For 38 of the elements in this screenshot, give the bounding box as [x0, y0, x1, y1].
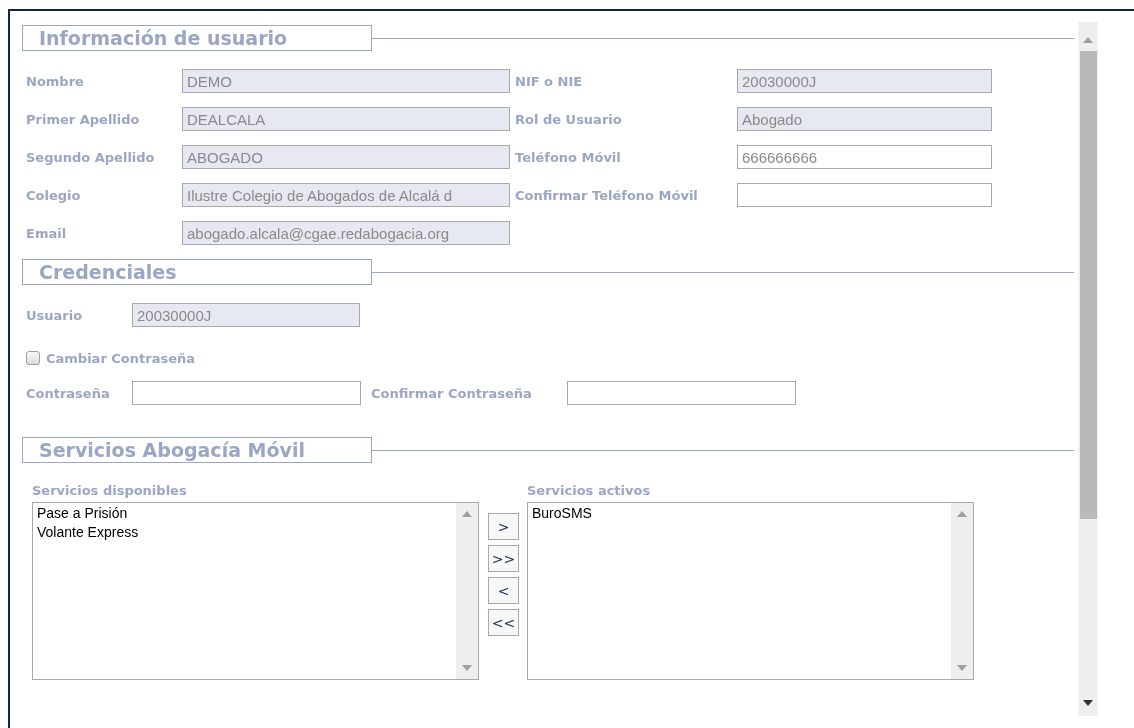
- list-item[interactable]: Pase a Prisión: [37, 504, 456, 523]
- move-button[interactable]: >>: [488, 545, 519, 572]
- field-label: Email: [26, 225, 68, 241]
- field-label: Contraseña: [26, 385, 111, 401]
- text-field[interactable]: 666666666: [737, 145, 992, 169]
- scroll-up-icon[interactable]: [957, 511, 967, 517]
- list-item[interactable]: BuroSMS: [532, 504, 951, 523]
- move-button[interactable]: >: [488, 513, 519, 540]
- section-title: Credenciales: [22, 259, 372, 285]
- text-field[interactable]: [132, 381, 361, 405]
- field-label: Teléfono Móvil: [515, 149, 622, 165]
- list-box[interactable]: BuroSMS: [527, 502, 974, 680]
- scrollbar-thumb[interactable]: [1079, 51, 1097, 519]
- scrollbar[interactable]: [1078, 22, 1098, 716]
- field-label: Rol de Usuario: [515, 111, 623, 127]
- text-field[interactable]: [737, 183, 992, 207]
- field-label: Colegio: [26, 187, 82, 203]
- field-label: Segundo Apellido: [26, 149, 156, 165]
- list-box[interactable]: Pase a Prisión Volante Express: [32, 502, 479, 680]
- list-item[interactable]: Volante Express: [37, 523, 456, 542]
- scroll-down-icon[interactable]: [1083, 700, 1093, 706]
- list-label: Servicios disponibles: [32, 483, 188, 498]
- field-label: Confirmar Teléfono Móvil: [515, 187, 699, 203]
- scroll-up-icon[interactable]: [462, 511, 472, 517]
- field-label: Confirmar Contraseña: [371, 385, 533, 401]
- move-button[interactable]: <<: [488, 609, 519, 636]
- section-title: Servicios Abogacía Móvil: [22, 437, 372, 463]
- field-label: NIF o NIE: [515, 73, 584, 89]
- move-button[interactable]: <: [488, 577, 519, 604]
- scroll-up-icon[interactable]: [1083, 37, 1093, 43]
- field-label: Primer Apellido: [26, 111, 141, 127]
- field-label: Usuario: [26, 307, 84, 323]
- text-field[interactable]: [567, 381, 796, 405]
- field-label: Nombre: [26, 73, 85, 89]
- checkbox-label: Cambiar Contraseña: [46, 350, 196, 366]
- list-label: Servicios activos: [527, 483, 652, 498]
- checkbox[interactable]: [26, 351, 40, 365]
- section-title: Información de usuario: [22, 25, 372, 51]
